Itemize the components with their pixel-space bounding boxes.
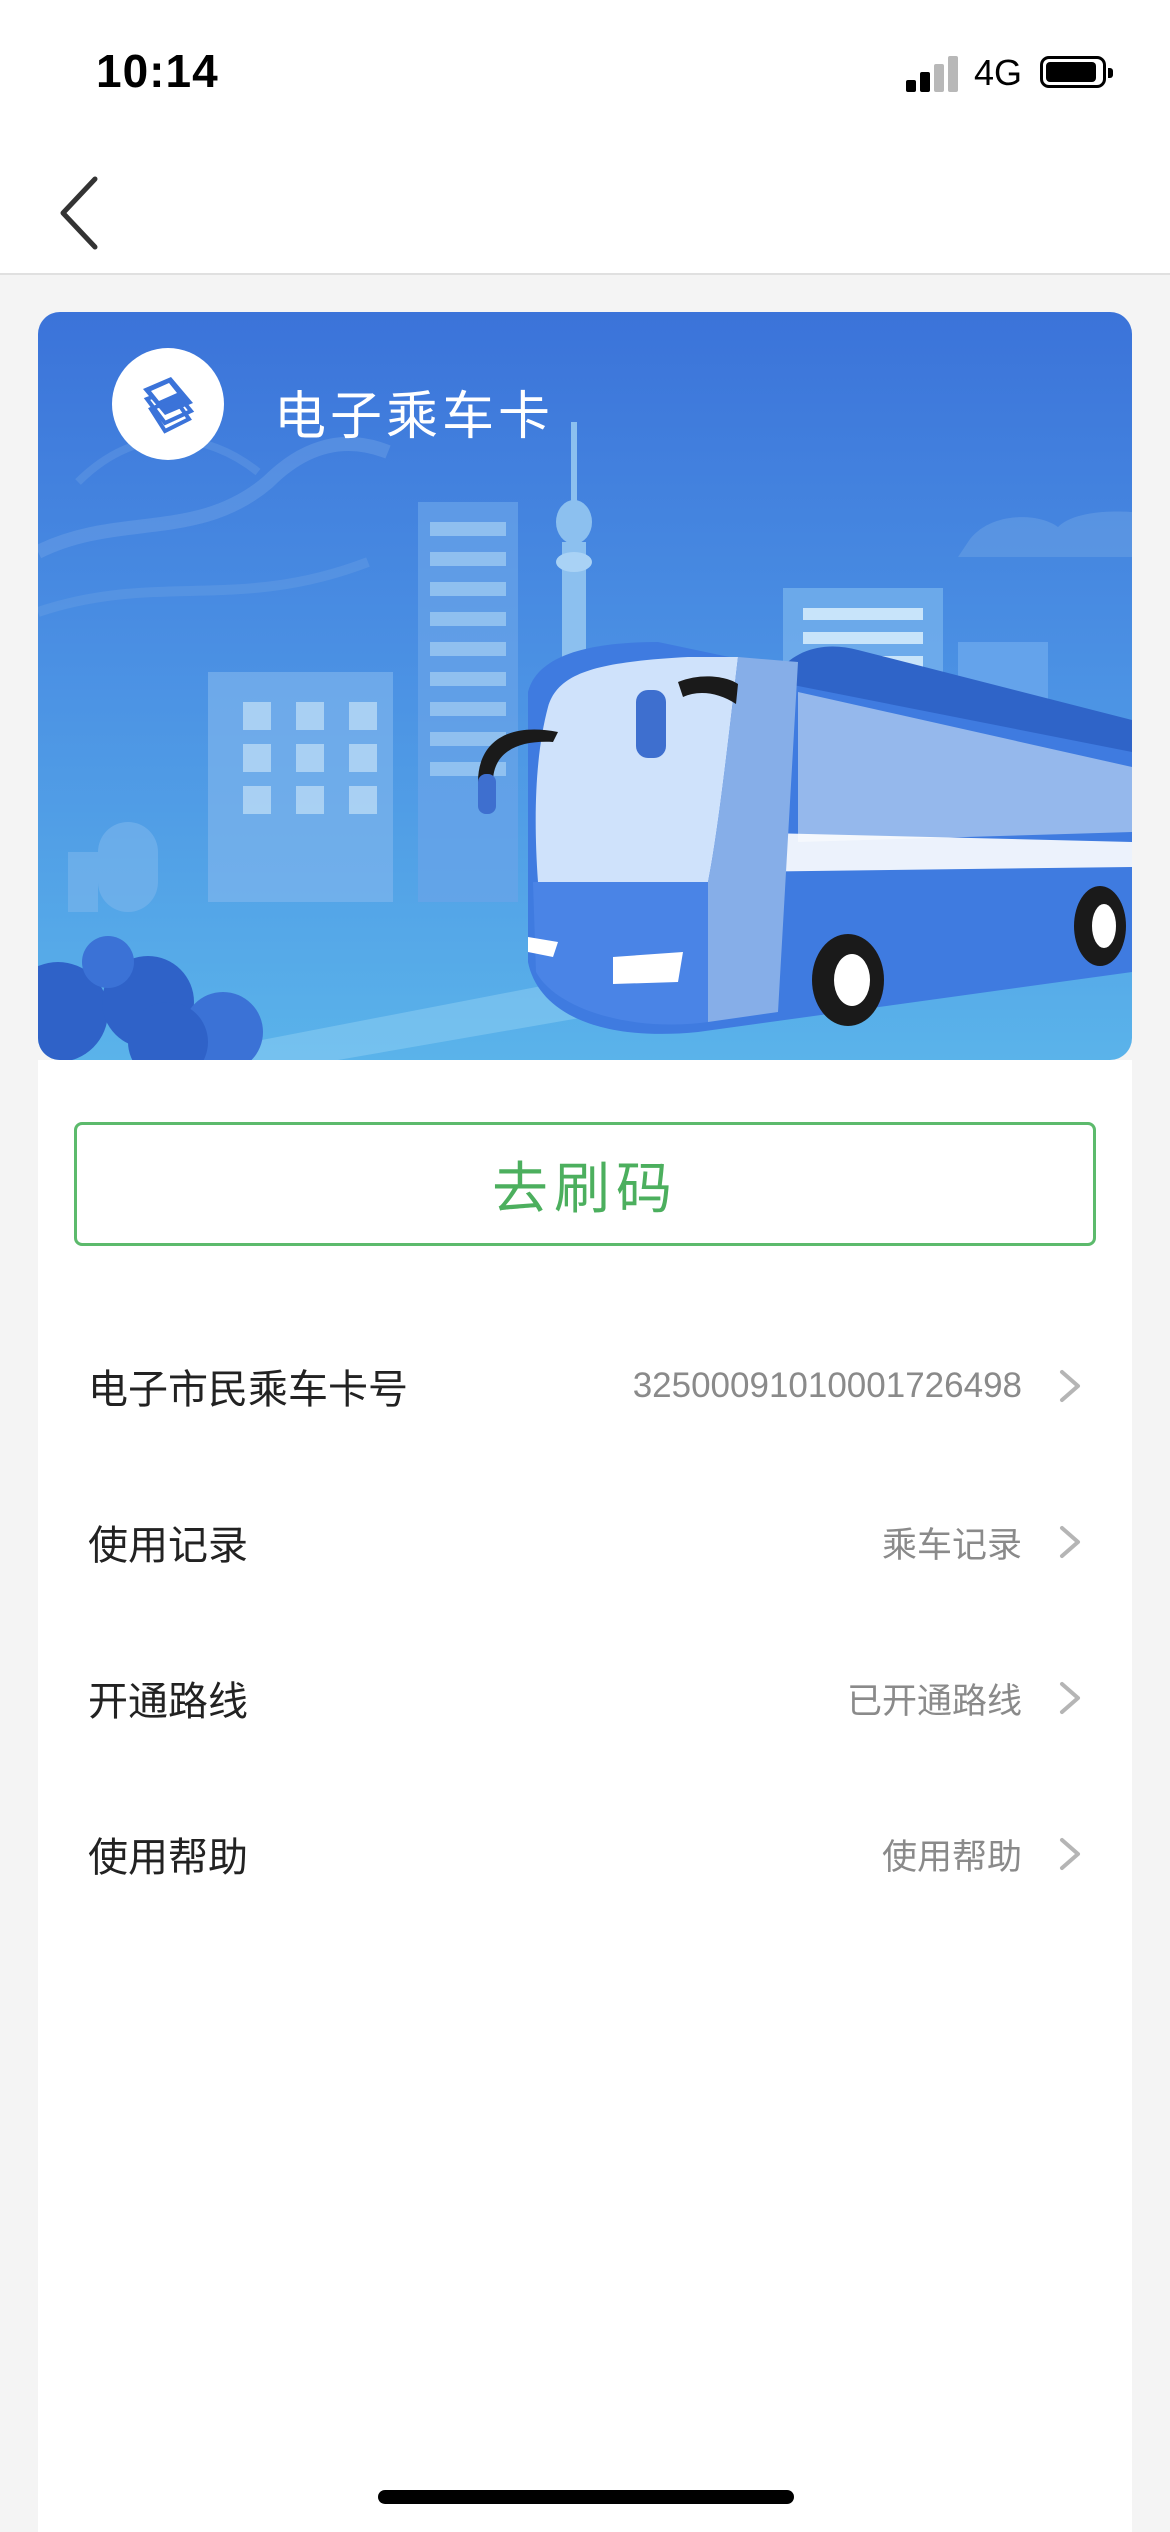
usage-records-row[interactable]: 使用记录 乘车记录 (38, 1464, 1132, 1620)
row-label: 开通路线 (88, 1679, 248, 1725)
card-details-panel: 去刷码 电子市民乘车卡号 3250009101000172649​8 使用记录 … (38, 1060, 1132, 2532)
show-qr-code-button[interactable]: 去刷码 (74, 1122, 1096, 1246)
chevron-left-icon (60, 176, 98, 250)
navigation-bar (0, 150, 1170, 275)
row-label: 使用帮助 (88, 1835, 248, 1881)
card-number-row[interactable]: 电子市民乘车卡号 3250009101000172649​8 (38, 1308, 1132, 1464)
enabled-routes-row[interactable]: 开通路线 已开通路线 (38, 1620, 1132, 1776)
transit-card-logo-icon (112, 348, 224, 460)
status-bar: 10:14 4G (0, 0, 1170, 150)
chevron-right-icon (1060, 1370, 1080, 1402)
signal-icon (906, 54, 960, 92)
chevron-right-icon (1060, 1838, 1080, 1870)
row-label: 电子市民乘车卡号 (88, 1367, 408, 1413)
usage-help-row[interactable]: 使用帮助 使用帮助 (38, 1776, 1132, 1932)
network-type: 4G (974, 52, 1023, 93)
card-title: 电子乘车卡 (274, 387, 555, 447)
back-button[interactable] (40, 168, 120, 258)
row-value: 使用帮助 (881, 1837, 1022, 1878)
battery-full-icon (1040, 56, 1113, 88)
chevron-right-icon (1060, 1682, 1080, 1714)
row-label: 使用记录 (88, 1523, 248, 1569)
row-value: 乘车记录 (881, 1525, 1022, 1566)
chevron-right-icon (1060, 1526, 1080, 1558)
card-number-value: 3250009101000172649​8 (632, 1366, 1022, 1405)
status-time: 10:14 (96, 45, 219, 97)
row-value: 已开通路线 (846, 1681, 1022, 1722)
home-indicator[interactable] (378, 2490, 794, 2504)
transit-card-banner: 电子乘车卡 (38, 312, 1132, 1060)
